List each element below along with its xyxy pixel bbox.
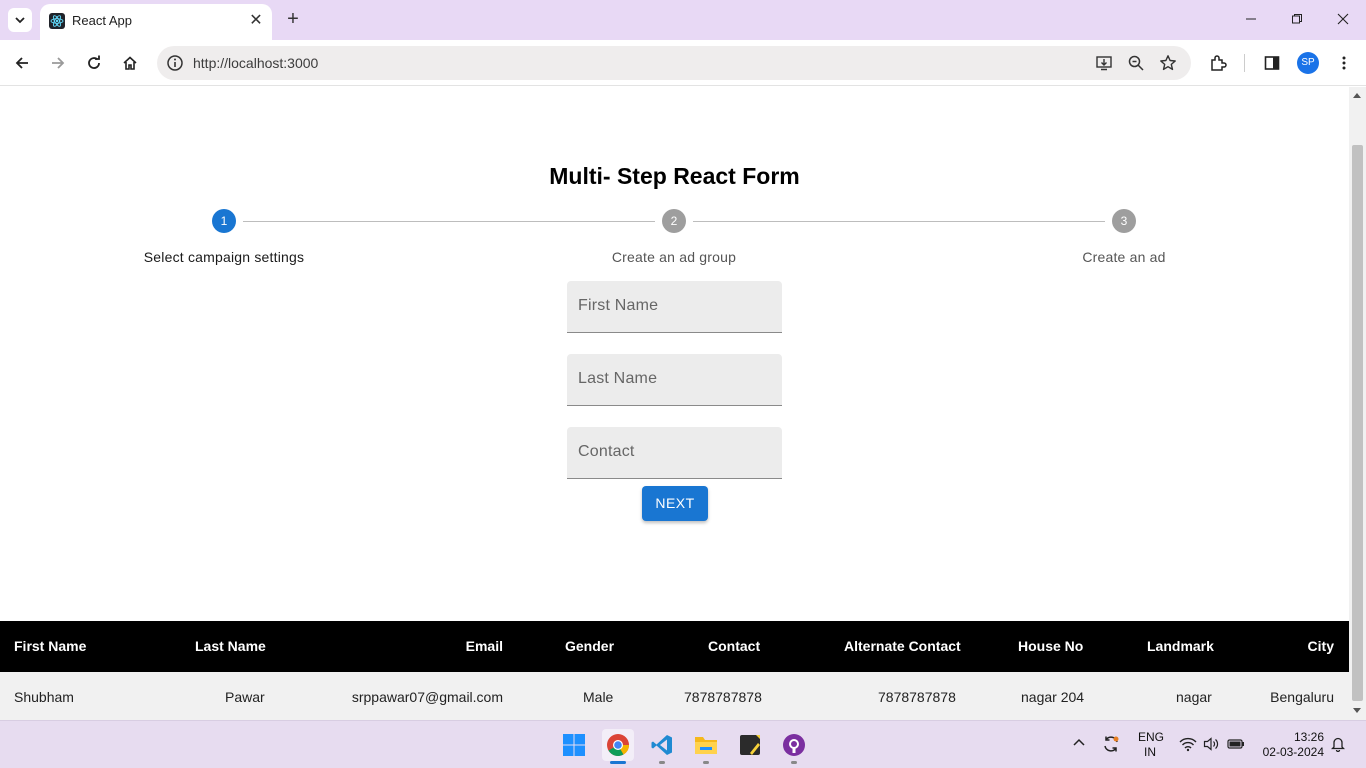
chevron-up-icon[interactable] — [1072, 736, 1086, 753]
react-favicon-icon — [49, 13, 65, 29]
table-cell: Bengaluru — [1270, 689, 1334, 705]
region-code: IN — [1144, 745, 1156, 759]
step-connector — [243, 221, 655, 222]
browser-tab[interactable]: React App ✕ — [40, 4, 272, 40]
table-cell: Pawar — [225, 689, 265, 705]
contact-placeholder: Contact — [578, 443, 635, 460]
scroll-thumb[interactable] — [1352, 145, 1363, 701]
table-cell: srppawar07@gmail.com — [351, 689, 503, 705]
active-app-indicator — [610, 761, 626, 764]
column-header: First Name — [14, 638, 87, 654]
last-name-field[interactable]: Last Name — [567, 354, 782, 406]
column-header: Gender — [565, 638, 615, 654]
bell-icon[interactable] — [1330, 736, 1346, 755]
column-header: House No — [1018, 638, 1084, 654]
contact-field[interactable]: Contact — [567, 427, 782, 479]
volume-icon[interactable] — [1203, 736, 1219, 755]
file-explorer-icon[interactable] — [690, 729, 722, 761]
address-bar[interactable]: http://localhost:3000 — [157, 46, 1191, 80]
step-3-icon: 3 — [1112, 209, 1136, 233]
info-icon[interactable] — [165, 53, 185, 73]
step-connector — [693, 221, 1105, 222]
install-icon[interactable] — [1094, 53, 1114, 73]
url-text[interactable]: http://localhost:3000 — [193, 55, 318, 71]
minimize-icon[interactable] — [1236, 8, 1266, 32]
language-code: ENG — [1138, 730, 1165, 744]
step-1-icon: 1 — [212, 209, 236, 233]
zoom-icon[interactable] — [1126, 53, 1146, 73]
step-2-icon: 2 — [662, 209, 686, 233]
toolbar-divider — [1244, 54, 1245, 72]
browser-tab-strip: React App ✕ + — [0, 0, 1366, 40]
first-name-field[interactable]: First Name — [567, 281, 782, 333]
chrome-icon[interactable] — [602, 729, 634, 761]
table-cell: Male — [583, 689, 614, 705]
table-row: Shubham Pawar srppawar07@gmail.com Male … — [0, 672, 1349, 720]
clock-time: 13:26 — [1293, 730, 1324, 744]
language-indicator[interactable]: ENG IN — [1138, 730, 1165, 760]
table-cell: nagar — [1176, 689, 1212, 705]
column-header: Contact — [708, 638, 761, 654]
page-scrollbar[interactable] — [1349, 87, 1366, 720]
restore-icon[interactable] — [1282, 8, 1312, 32]
clock-date: 02-03-2024 — [1262, 745, 1324, 759]
plus-icon[interactable]: + — [282, 8, 304, 30]
step-3-label: Create an ad — [1082, 249, 1166, 265]
page-title: Multi- Step React Form — [549, 163, 800, 189]
chevron-down-icon — [15, 17, 25, 24]
clock[interactable]: 13:26 02-03-2024 — [1256, 730, 1324, 760]
app-indicator — [791, 761, 797, 764]
windows-start-icon[interactable] — [558, 729, 590, 761]
column-header: Email — [465, 638, 503, 654]
scroll-up-icon[interactable] — [1353, 93, 1361, 98]
step-2-label: Create an ad group — [611, 249, 737, 265]
reload-icon[interactable] — [82, 51, 106, 75]
column-header: Alternate Contact — [844, 638, 961, 654]
step-1-label: Select campaign settings — [143, 249, 305, 265]
close-icon[interactable]: ✕ — [246, 11, 266, 31]
browser-toolbar: http://localhost:3000 SP — [0, 40, 1366, 86]
tab-title: React App — [72, 13, 132, 28]
extensions-icon[interactable] — [1206, 51, 1230, 75]
forward-icon[interactable] — [46, 51, 70, 75]
table-cell: 7878787878 — [878, 689, 956, 705]
window-close-icon[interactable] — [1328, 8, 1358, 32]
sticky-notes-icon[interactable] — [734, 729, 766, 761]
more-icon[interactable] — [1332, 51, 1356, 75]
page-content: Multi- Step React Form 1 2 3 Select camp… — [0, 87, 1349, 720]
wifi-icon[interactable] — [1179, 736, 1197, 755]
table-cell: nagar 204 — [1021, 689, 1085, 705]
star-icon[interactable] — [1158, 53, 1178, 73]
windows-taskbar: ENG IN 13:26 02-03-2024 — [0, 720, 1366, 768]
github-icon[interactable] — [778, 729, 810, 761]
back-icon[interactable] — [10, 51, 34, 75]
table-header-row: First Name Last Name Email Gender Contac… — [0, 621, 1349, 672]
column-header: Landmark — [1147, 638, 1214, 654]
sync-icon[interactable] — [1102, 735, 1120, 756]
column-header: Last Name — [195, 638, 266, 654]
battery-icon[interactable] — [1227, 736, 1245, 755]
next-button[interactable]: NEXT — [642, 486, 708, 521]
scroll-down-icon[interactable] — [1353, 708, 1361, 713]
table-cell: 7878787878 — [684, 689, 762, 705]
first-name-placeholder: First Name — [578, 297, 659, 314]
home-icon[interactable] — [118, 51, 142, 75]
table-cell: Shubham — [14, 689, 74, 705]
vscode-icon[interactable] — [646, 729, 678, 761]
profile-avatar[interactable]: SP — [1297, 52, 1319, 74]
last-name-placeholder: Last Name — [578, 370, 658, 387]
app-indicator — [659, 761, 665, 764]
column-header: City — [1307, 638, 1334, 654]
app-indicator — [703, 761, 709, 764]
side-panel-icon[interactable] — [1260, 51, 1284, 75]
tab-list-button[interactable] — [8, 8, 32, 32]
